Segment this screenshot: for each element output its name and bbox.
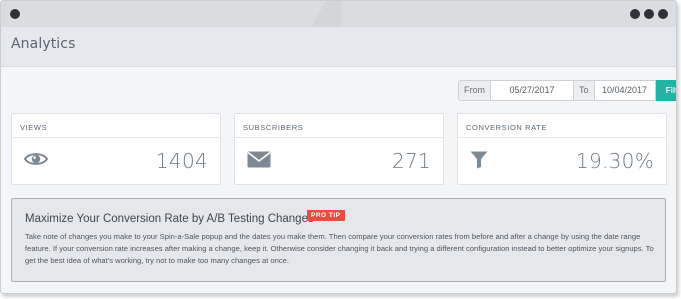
- pro-tip-badge: PRO TIP: [307, 210, 345, 221]
- pro-tip-panel: Maximize Your Conversion Rate by A/B Tes…: [11, 198, 666, 282]
- divider: [235, 137, 443, 138]
- funnel-icon: [470, 151, 488, 174]
- subscribers-card: SUBSCRIBERS 271: [234, 113, 444, 185]
- from-date-input[interactable]: 05/27/2017: [491, 80, 574, 101]
- window-control-dot-icon[interactable]: [644, 9, 654, 19]
- views-card: VIEWS 1404: [11, 113, 221, 185]
- stat-label: CONVERSION RATE: [466, 123, 547, 132]
- conversion-rate-card: CONVERSION RATE 19.30%: [457, 113, 667, 185]
- conversion-rate-value: 19.30%: [575, 149, 654, 173]
- divider: [12, 137, 220, 138]
- app-window: Analytics From 05/27/2017 To 10/04/2017 …: [0, 0, 677, 294]
- window-control-dot-icon[interactable]: [630, 9, 640, 19]
- eye-icon: [23, 151, 49, 172]
- tip-title: Maximize Your Conversion Rate by A/B Tes…: [25, 213, 314, 225]
- window-control-dot-icon[interactable]: [658, 9, 668, 19]
- page-header: Analytics: [1, 27, 676, 67]
- stat-label: SUBSCRIBERS: [243, 123, 304, 132]
- page-title: Analytics: [11, 36, 76, 52]
- to-date-input[interactable]: 10/04/2017: [593, 80, 656, 101]
- stat-label: VIEWS: [20, 123, 48, 132]
- date-range-filter: From 05/27/2017 To 10/04/2017 Filter: [458, 80, 676, 101]
- to-label: To: [574, 80, 594, 101]
- window-menu-dot-icon[interactable]: [10, 9, 20, 19]
- window-title-bar: [1, 1, 676, 27]
- title-bar-tab-shade: [301, 1, 341, 27]
- views-value: 1404: [155, 149, 208, 173]
- envelope-icon: [247, 151, 271, 173]
- tip-body: Take note of changes you make to your Sp…: [25, 232, 654, 266]
- filter-button[interactable]: Filter: [655, 80, 676, 101]
- from-label: From: [458, 80, 491, 101]
- subscribers-value: 271: [391, 149, 431, 173]
- divider: [458, 137, 666, 138]
